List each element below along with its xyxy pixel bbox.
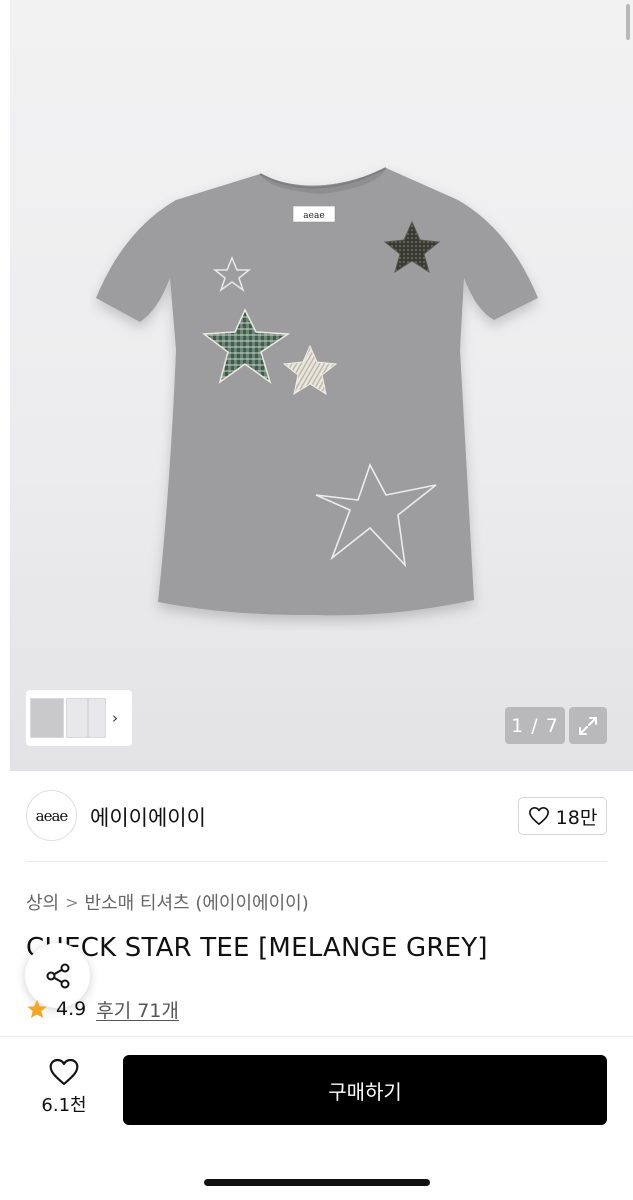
expand-button[interactable] (569, 707, 607, 744)
thumbnail-images[interactable] (30, 696, 106, 740)
breadcrumb-item-category[interactable]: 반소매 티셔츠 (에이이에이이) (85, 889, 309, 915)
brand-name[interactable]: 에이이에이이 (90, 802, 206, 832)
brand-row: aeae 에이이에이이 18만 (26, 790, 607, 842)
product-tshirt-image[interactable]: aeae (90, 160, 545, 630)
home-indicator (204, 1179, 430, 1186)
rating-value: 4.9 (56, 998, 87, 1020)
image-counter: 1 / 7 (505, 707, 565, 744)
rating-row: 4.9 후기 71개 (26, 996, 179, 1022)
chevron-right-icon[interactable]: › (112, 709, 118, 727)
scrollbar[interactable] (626, 4, 630, 40)
tee-label-text: aeae (303, 211, 324, 221)
brand-logo[interactable]: aeae (26, 790, 77, 841)
thumbnail-2[interactable] (66, 698, 88, 738)
brand-like-button[interactable]: 18만 (518, 797, 607, 835)
wishlist-count: 6.1천 (41, 1095, 87, 1116)
share-icon (46, 963, 69, 988)
thumbnail-1[interactable] (30, 698, 64, 738)
breadcrumb: 상의 > 반소매 티셔츠 (에이이에이이) (26, 889, 309, 915)
chevron-right-icon: > (65, 892, 79, 912)
heart-icon (49, 1058, 79, 1086)
buy-button[interactable]: 구매하기 (123, 1055, 607, 1125)
star-icon (27, 999, 47, 1018)
like-count: 18만 (555, 806, 598, 829)
product-title: CHECK STAR TEE [MELANGE GREY] (26, 933, 488, 963)
thumbnail-3[interactable] (88, 698, 106, 738)
reviews-link[interactable]: 후기 71개 (96, 996, 179, 1023)
wishlist-button[interactable]: 6.1천 (26, 1057, 102, 1127)
expand-icon (579, 716, 597, 735)
gallery-edge (0, 0, 10, 771)
thumbnail-strip[interactable]: › (26, 690, 132, 746)
divider (26, 861, 607, 862)
breadcrumb-item-top[interactable]: 상의 (26, 889, 59, 915)
product-image-gallery[interactable]: aeae › 1 / 7 (0, 0, 633, 771)
heart-icon (528, 807, 549, 825)
bottom-action-bar: 6.1천 구매하기 (0, 1037, 633, 1200)
